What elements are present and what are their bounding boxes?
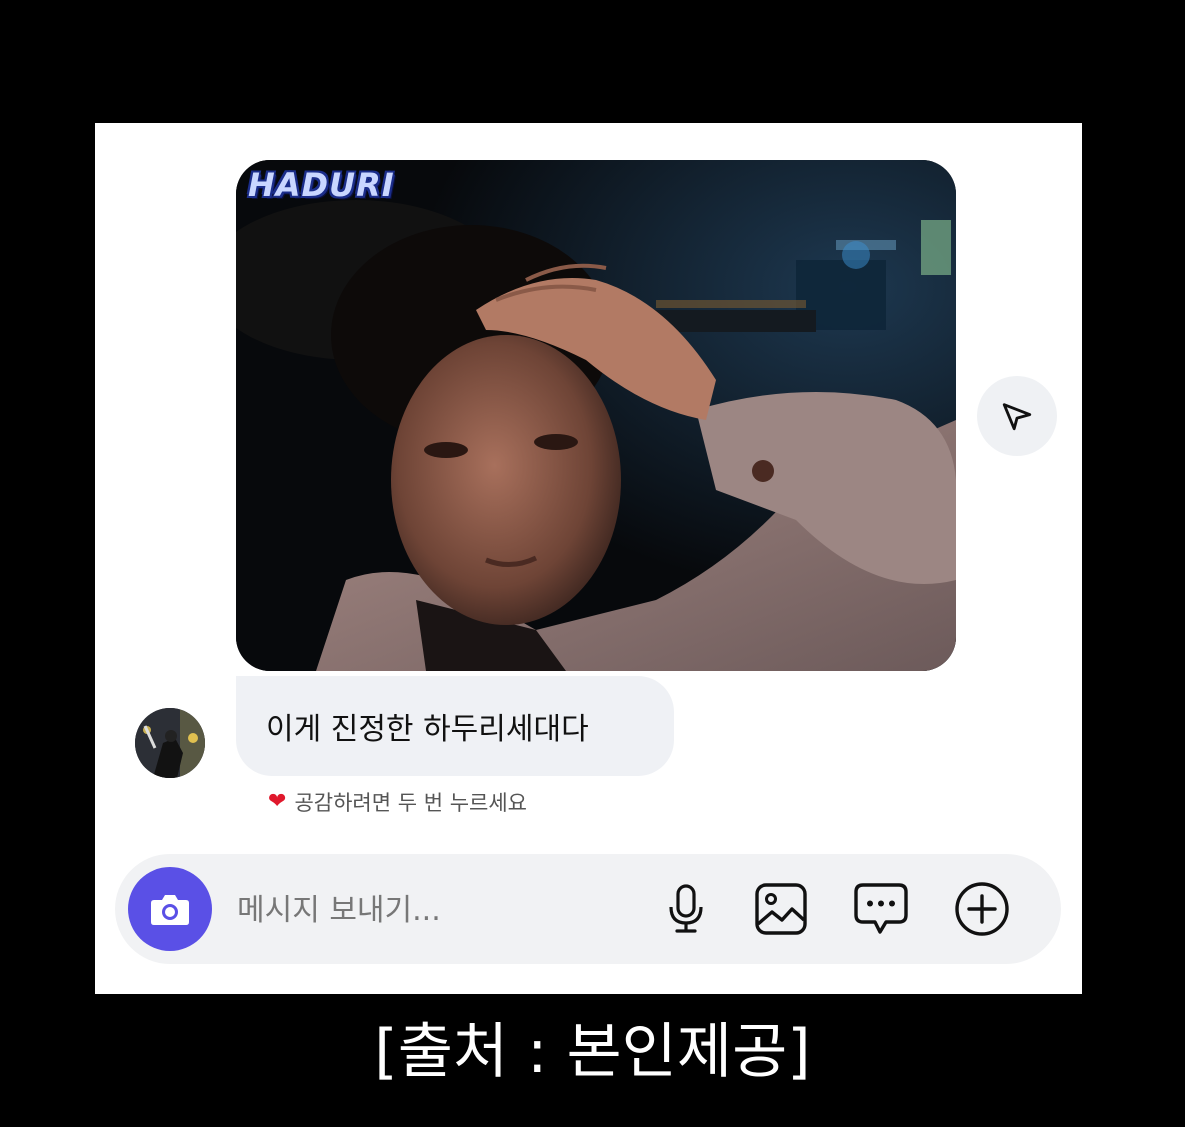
like-hint-text: 공감하려면 두 번 누르세요 (294, 791, 527, 815)
camera-icon (151, 895, 189, 925)
add-button[interactable] (953, 880, 1011, 938)
microphone-icon (669, 884, 703, 933)
message-composer (115, 854, 1061, 964)
avatar-image (135, 708, 205, 778)
avatar[interactable] (135, 708, 205, 778)
microphone-button[interactable] (657, 880, 715, 938)
heart-icon: ❤ (268, 789, 287, 814)
message-input[interactable] (235, 884, 619, 936)
camera-button[interactable] (128, 867, 212, 951)
chat-bubble-icon (854, 883, 908, 934)
photo-watermark: HADURI (248, 166, 395, 204)
message-bubble[interactable]: 이게 진정한 하두리세대다 (236, 676, 674, 776)
like-hint: ❤ 공감하려면 두 번 누르세요 (268, 787, 527, 817)
image-icon (755, 883, 807, 935)
sticker-button[interactable] (852, 880, 910, 938)
photo-message[interactable]: HADURI (236, 160, 956, 671)
message-text: 이게 진정한 하두리세대다 (266, 712, 589, 747)
source-caption: [출처 : 본인제공] (374, 1017, 811, 1087)
gallery-button[interactable] (752, 880, 810, 938)
send-icon (1002, 403, 1032, 431)
plus-circle-icon (955, 882, 1009, 936)
share-button[interactable] (977, 376, 1057, 456)
photo-image (236, 160, 956, 671)
